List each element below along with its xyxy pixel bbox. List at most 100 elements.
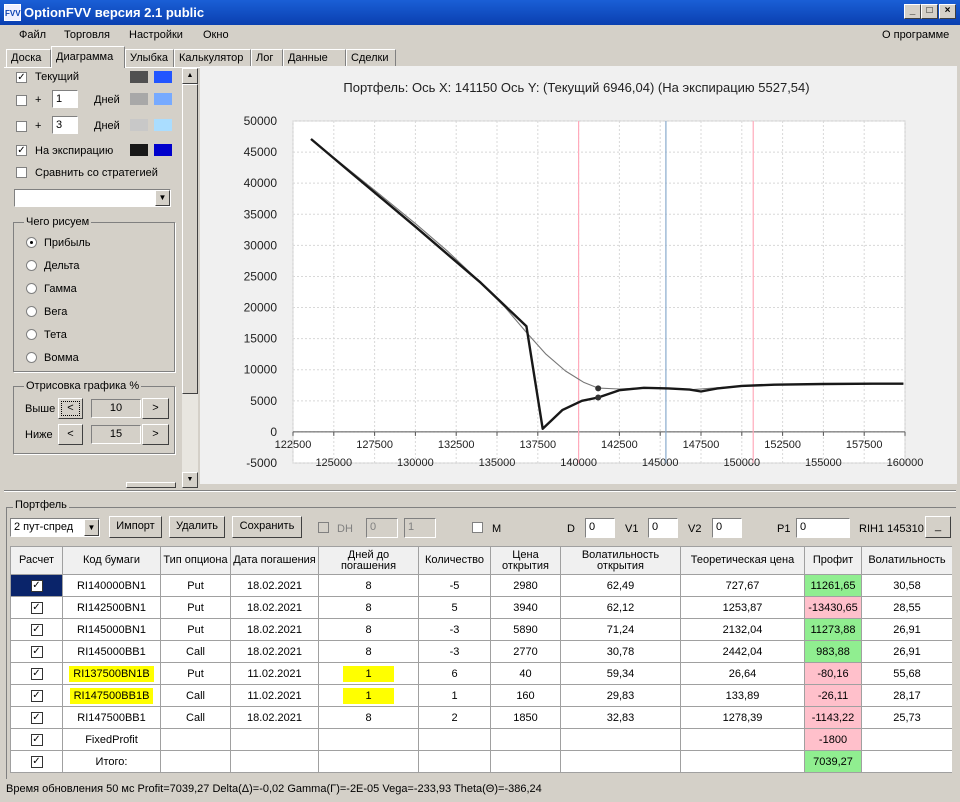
chevron-down-icon[interactable]: ▼ [155, 190, 170, 206]
calc-cell[interactable]: ✓ [10, 662, 63, 685]
column-header[interactable]: Количество [418, 546, 491, 575]
scroll-up-icon[interactable]: ▲ [182, 68, 198, 84]
below-decrease-button[interactable]: < [58, 424, 83, 445]
current-color-2[interactable] [154, 71, 172, 83]
plus3-color-2[interactable] [154, 119, 172, 131]
plus1-checkbox[interactable] [16, 95, 27, 106]
above-value[interactable]: 10 [91, 399, 141, 418]
maximize-button[interactable]: □ [921, 4, 938, 19]
plus1-color-1[interactable] [130, 93, 148, 105]
tab-log[interactable]: Лог [251, 49, 283, 67]
table-row[interactable]: ✓ Итого: 7039,27 [10, 750, 952, 773]
current-color-1[interactable] [130, 71, 148, 83]
column-header[interactable]: Волатильность [861, 546, 952, 575]
radio-delta[interactable] [26, 260, 37, 271]
v1-input[interactable]: 0 [648, 518, 678, 538]
plus3-checkbox[interactable] [16, 121, 27, 132]
calc-cell[interactable]: ✓ [10, 640, 63, 663]
v2-input[interactable]: 0 [712, 518, 742, 538]
table-row[interactable]: ✓ RI142500BN1 Put 18.02.2021 8 5 3940 62,12 1253… [10, 596, 952, 619]
column-header[interactable]: Код бумаги [62, 546, 161, 575]
plus1-color-2[interactable] [154, 93, 172, 105]
calc-checkbox[interactable]: ✓ [30, 756, 43, 768]
plus1-days-input[interactable]: 1 [52, 90, 78, 108]
calc-cell[interactable]: ✓ [10, 618, 63, 641]
chart-area[interactable]: Портфель: Ось X: 141150 Ось Y: (Текущий … [200, 66, 957, 484]
save-button[interactable]: Сохранить [232, 516, 302, 538]
left-scrollbar[interactable]: ▲ ▼ [182, 68, 198, 488]
calc-checkbox[interactable]: ✓ [30, 690, 43, 702]
table-row[interactable]: ✓ FixedProfit -1800 [10, 728, 952, 751]
calc-checkbox[interactable]: ✓ [30, 602, 43, 614]
m-checkbox[interactable] [472, 522, 483, 533]
calc-checkbox[interactable]: ✓ [30, 734, 43, 746]
table-row[interactable]: ✓ RI147500BB1B Call 11.02.2021 1 1 160 29,83 133… [10, 684, 952, 707]
expiry-checkbox[interactable]: ✓ [16, 145, 27, 156]
calc-checkbox[interactable]: ✓ [30, 646, 43, 658]
column-header[interactable]: Расчет [10, 546, 63, 575]
close-button[interactable]: × [939, 4, 956, 19]
tab-calculator[interactable]: Калькулятор [174, 49, 251, 67]
dh-spinner-1[interactable]: 0 [366, 518, 398, 538]
calc-cell[interactable]: ✓ [10, 706, 63, 729]
calc-cell[interactable]: ✓ [10, 684, 63, 707]
instrument-select-button[interactable]: _ [925, 516, 951, 538]
column-header[interactable]: Теоретическая цена [680, 546, 805, 575]
tab-board[interactable]: Доска [6, 49, 51, 67]
profit-chart[interactable]: 5000045000400003500030000250002000015000… [200, 66, 957, 484]
table-row[interactable]: ✓ RI147500BB1 Call 18.02.2021 8 2 1850 32,83 127… [10, 706, 952, 729]
dh-spinner-2[interactable]: 1 [404, 518, 436, 538]
column-header[interactable]: Дней до погашения [318, 546, 419, 575]
radio-theta[interactable] [26, 329, 37, 340]
panel-bottom-button[interactable] [126, 482, 176, 488]
calc-cell[interactable]: ✓ [10, 728, 63, 751]
calc-checkbox[interactable]: ✓ [30, 624, 43, 636]
calc-checkbox[interactable]: ✓ [30, 580, 43, 592]
menu-file[interactable]: Файл [19, 29, 46, 41]
minimize-button[interactable]: _ [904, 4, 921, 19]
calc-cell[interactable]: ✓ [10, 750, 63, 773]
d-input[interactable]: 0 [585, 518, 615, 538]
calc-cell[interactable]: ✓ [10, 596, 63, 619]
tab-diagram[interactable]: Диаграмма [51, 46, 125, 68]
table-row[interactable]: ✓ RI137500BN1B Put 11.02.2021 1 6 40 59,34 26,64… [10, 662, 952, 685]
column-header[interactable]: Цена открытия [490, 546, 561, 575]
plus3-color-1[interactable] [130, 119, 148, 131]
dh-checkbox[interactable] [318, 522, 329, 533]
column-header[interactable]: Тип опциона [160, 546, 231, 575]
delete-button[interactable]: Удалить [169, 516, 225, 538]
expiry-color-2[interactable] [154, 144, 172, 156]
column-header[interactable]: Волатильность открытия [560, 546, 681, 575]
table-row[interactable]: ✓ RI145000BN1 Put 18.02.2021 8 -3 5890 71,24 213… [10, 618, 952, 641]
plus3-days-input[interactable]: 3 [52, 116, 78, 134]
expiry-color-1[interactable] [130, 144, 148, 156]
import-button[interactable]: Импорт [109, 516, 162, 538]
table-row[interactable]: ✓ RI140000BN1 Put 18.02.2021 8 -5 2980 62,49 727… [10, 574, 952, 597]
tab-data[interactable]: Данные [283, 49, 346, 67]
compare-checkbox[interactable] [16, 167, 27, 178]
menu-settings[interactable]: Настройки [129, 29, 183, 41]
column-header[interactable]: Дата погашения [230, 546, 319, 575]
menu-window[interactable]: Окно [203, 29, 229, 41]
radio-gamma[interactable] [26, 283, 37, 294]
above-increase-button[interactable]: > [142, 398, 169, 419]
calc-checkbox[interactable]: ✓ [30, 712, 43, 724]
current-checkbox[interactable]: ✓ [16, 72, 27, 83]
tab-deals[interactable]: Сделки [346, 49, 396, 67]
p1-input[interactable]: 0 [796, 518, 850, 538]
radio-vega[interactable] [26, 306, 37, 317]
calc-cell[interactable]: ✓ [10, 574, 63, 597]
column-header[interactable]: Профит [804, 546, 862, 575]
scroll-down-icon[interactable]: ▼ [182, 472, 198, 488]
radio-profit[interactable] [26, 237, 37, 248]
below-increase-button[interactable]: > [142, 424, 169, 445]
menu-trading[interactable]: Торговля [64, 29, 110, 41]
table-row[interactable]: ✓ RI145000BB1 Call 18.02.2021 8 -3 2770 30,78 24… [10, 640, 952, 663]
tab-smile[interactable]: Улыбка [125, 49, 174, 67]
radio-vomma[interactable] [26, 352, 37, 363]
menu-about[interactable]: О программе [882, 29, 949, 41]
scroll-thumb[interactable] [182, 84, 198, 394]
strategy-chevron-down-icon[interactable]: ▼ [84, 519, 99, 536]
compare-strategy-select[interactable] [14, 189, 171, 207]
below-value[interactable]: 15 [91, 425, 141, 444]
